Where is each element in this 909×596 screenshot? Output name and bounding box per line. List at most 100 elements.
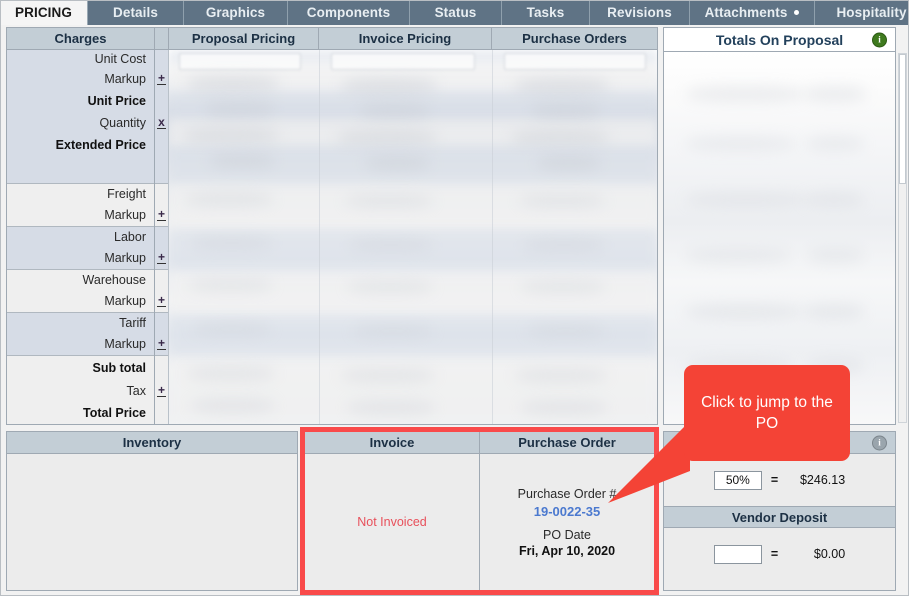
tab-label: PRICING	[15, 5, 72, 20]
po-date-label: PO Date	[543, 527, 591, 542]
operator-blank	[155, 134, 168, 156]
operator-symbol: +	[156, 206, 166, 221]
operator-group: +	[155, 313, 168, 356]
charges-group: Labor Markup	[7, 227, 154, 270]
tab-bar: PRICING Details Graphics Components Status Ta…	[0, 0, 909, 25]
tab-label: Tasks	[526, 5, 565, 20]
operator-symbol: +	[156, 70, 166, 85]
callout-bubble: Click to jump to the PO	[684, 365, 850, 461]
tab-tasks[interactable]: Tasks	[502, 0, 590, 25]
totals-panel-title: Totals On Proposal	[715, 31, 844, 48]
tab-details[interactable]: Details	[88, 0, 184, 25]
operator-plus-icon: +	[155, 380, 168, 402]
inventory-panel-title: Inventory	[7, 432, 297, 454]
charges-group: Unit Cost Markup Unit Price Quantity Extende…	[7, 50, 154, 184]
client-deposit-amount: $246.13	[799, 473, 846, 487]
tab-graphics[interactable]: Graphics	[184, 0, 288, 25]
charges-group: Freight Markup	[7, 184, 154, 227]
charge-label: Tariff	[119, 316, 146, 330]
operator-blank	[155, 313, 168, 333]
invoice-status: Not Invoiced	[357, 515, 427, 529]
vendor-deposit-title: Vendor Deposit	[731, 509, 828, 525]
totals-panel-header: Totals On Proposal i	[664, 28, 895, 52]
invoice-panel-title: Invoice	[305, 432, 479, 454]
pricing-screen: PRICING Details Graphics Components Status Ta…	[0, 0, 909, 596]
info-icon[interactable]: i	[872, 32, 887, 47]
scrollbar-thumb[interactable]	[899, 54, 906, 184]
operator-symbol: +	[156, 335, 166, 350]
operator-plus-icon: +	[155, 247, 168, 269]
charge-label: Tax	[126, 384, 146, 398]
charge-label: Unit Cost	[94, 52, 146, 66]
pricing-frame: Charges Proposal Pricing Invoice Pricing…	[0, 25, 909, 596]
operator-blank	[155, 184, 168, 204]
charge-label: Markup	[104, 294, 146, 308]
pricing-data-columns	[169, 50, 657, 424]
client-deposit-info-icon[interactable]: i	[872, 435, 887, 450]
redacted-pricing-values[interactable]	[169, 50, 657, 424]
invoice-panel-body: Not Invoiced	[305, 454, 479, 590]
tab-label: Hospitality	[836, 5, 907, 20]
client-deposit-percent-input[interactable]: 50%	[713, 470, 762, 490]
charges-grid-body: Unit Cost Markup Unit Price Quantity Extende…	[7, 50, 657, 424]
charge-label: Extended Price	[55, 138, 146, 152]
column-header-proposal-pricing[interactable]: Proposal Pricing	[169, 28, 319, 50]
tab-pricing[interactable]: PRICING	[0, 0, 88, 25]
tab-revisions[interactable]: Revisions	[590, 0, 690, 25]
po-date-value: Fri, Apr 10, 2020	[518, 543, 616, 558]
tab-label: Details	[113, 5, 158, 20]
tab-components[interactable]: Components	[288, 0, 410, 25]
column-header-charges[interactable]: Charges	[7, 28, 155, 50]
tab-label: Attachments	[704, 5, 788, 20]
invoice-purchase-order-panel: Invoice Not Invoiced Purchase Order Purc…	[304, 431, 655, 591]
operator-symbol: x	[157, 114, 166, 129]
charge-label: Quantity	[99, 116, 146, 130]
operator-symbol: +	[156, 249, 166, 264]
charge-label: Sub total	[92, 361, 146, 375]
operator-group: +	[155, 356, 168, 424]
tab-attachments[interactable]: Attachments	[690, 0, 815, 25]
operator-blank	[155, 402, 168, 424]
charge-label: Unit Price	[87, 94, 146, 108]
charges-label-column: Unit Cost Markup Unit Price Quantity Extende…	[7, 50, 155, 424]
vendor-deposit-percent-input[interactable]	[713, 544, 762, 564]
tab-hospitality[interactable]: Hospitality	[815, 0, 909, 25]
po-number-label: Purchase Order #	[517, 486, 617, 501]
charges-grid: Charges Proposal Pricing Invoice Pricing…	[6, 27, 658, 425]
operator-blank	[155, 50, 168, 68]
tab-label: Graphics	[205, 5, 266, 20]
operator-group: +	[155, 184, 168, 227]
vertical-scrollbar[interactable]	[898, 53, 907, 423]
operator-group: +	[155, 227, 168, 270]
column-header-operator	[155, 28, 169, 50]
po-number-link[interactable]: 19-0022-35	[534, 504, 601, 519]
charge-label: Freight	[107, 187, 146, 201]
charge-label: Total Price	[83, 406, 146, 420]
vendor-deposit-row: = $0.00	[664, 528, 895, 580]
client-deposit-equals: =	[770, 473, 779, 487]
operator-plus-icon: +	[155, 68, 168, 90]
charges-grid-header: Charges Proposal Pricing Invoice Pricing…	[7, 28, 657, 50]
operator-group: + x	[155, 50, 168, 184]
operator-column: + x + + + + +	[155, 50, 169, 424]
operator-plus-icon: +	[155, 204, 168, 226]
tab-label: Status	[434, 5, 477, 20]
operator-multiply-icon: x	[155, 112, 168, 134]
operator-symbol: +	[156, 382, 166, 397]
operator-blank	[155, 227, 168, 247]
tab-status[interactable]: Status	[410, 0, 502, 25]
charges-group: Tariff Markup	[7, 313, 154, 356]
charges-group: Sub total Tax Total Price	[7, 356, 154, 424]
column-header-purchase-orders[interactable]: Purchase Orders	[492, 28, 657, 50]
column-header-invoice-pricing[interactable]: Invoice Pricing	[319, 28, 492, 50]
tab-label: Revisions	[607, 5, 672, 20]
invoice-column: Invoice Not Invoiced	[305, 432, 480, 590]
charge-label: Markup	[104, 251, 146, 265]
charge-label: Markup	[104, 72, 146, 86]
operator-symbol: +	[156, 292, 166, 307]
tab-label: Components	[306, 5, 391, 20]
vendor-deposit-amount: $0.00	[813, 547, 846, 561]
operator-plus-icon: +	[155, 333, 168, 355]
operator-blank	[155, 356, 168, 380]
operator-group: +	[155, 270, 168, 313]
